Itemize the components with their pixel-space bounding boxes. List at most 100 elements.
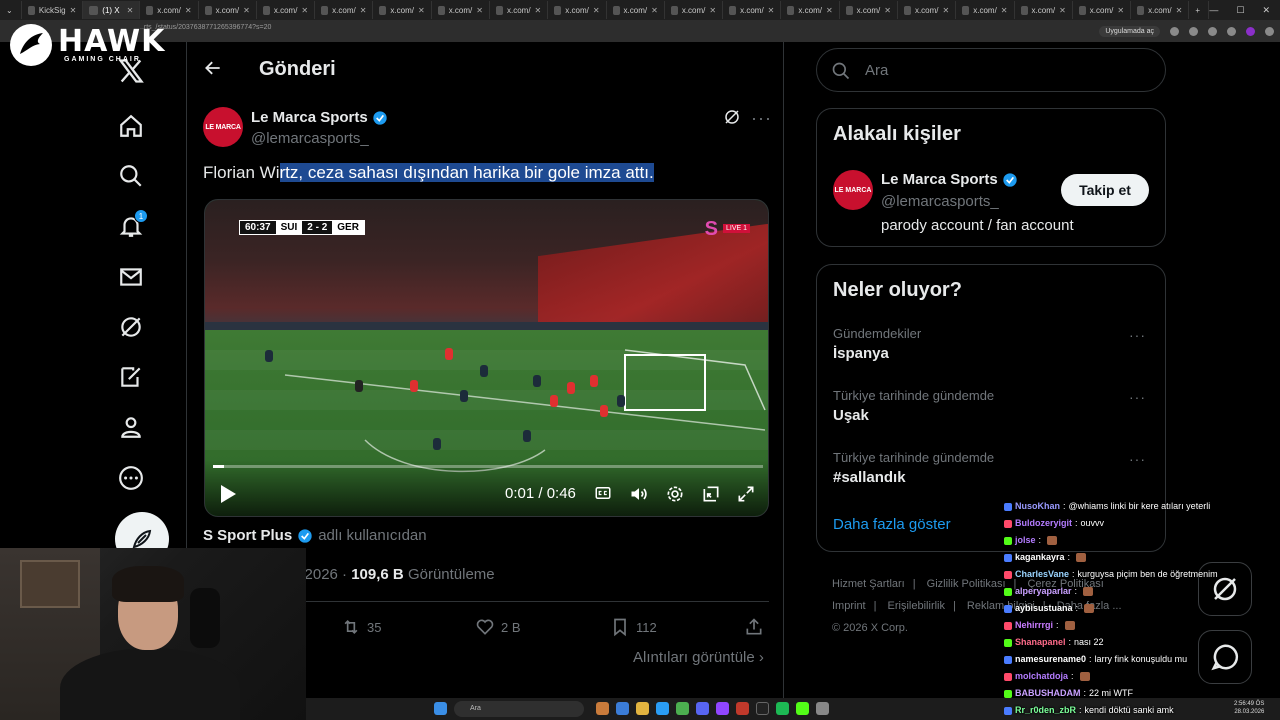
footer-link[interactable]: Gizlilik Politikası xyxy=(927,578,1006,590)
video-progress-bar[interactable] xyxy=(213,465,763,468)
browser-tab[interactable]: x.com/✕ xyxy=(898,1,957,19)
tab-close-icon[interactable]: ✕ xyxy=(1059,6,1066,15)
footer-link[interactable]: Hizmet Şartları xyxy=(832,578,905,590)
open-in-app-button[interactable]: Uygulamada aç xyxy=(1099,25,1160,37)
search-input[interactable] xyxy=(865,60,1145,80)
video-source[interactable]: S Sport Plus adlı kullanıcıdan xyxy=(203,527,427,544)
kick-icon[interactable] xyxy=(796,702,809,715)
tab-close-icon[interactable]: ✕ xyxy=(768,6,775,15)
chat-username[interactable]: Nehirrrgi xyxy=(1015,617,1053,634)
tab-close-icon[interactable]: ✕ xyxy=(418,6,425,15)
tab-close-icon[interactable]: ✕ xyxy=(243,6,250,15)
app-icon[interactable] xyxy=(816,702,829,715)
search-box[interactable] xyxy=(816,48,1166,92)
show-more-link[interactable]: Daha fazla göster xyxy=(833,516,951,533)
chat-username[interactable]: CharlesVane xyxy=(1015,566,1069,583)
tab-close-icon[interactable]: ✕ xyxy=(127,6,134,15)
tab-close-icon[interactable]: ✕ xyxy=(884,6,891,15)
browser-tab[interactable]: x.com/✕ xyxy=(1131,1,1190,19)
app-icon[interactable] xyxy=(616,702,629,715)
grok-explain-icon[interactable] xyxy=(723,108,743,128)
browser-tab[interactable]: x.com/✕ xyxy=(373,1,432,19)
tab-close-icon[interactable]: ✕ xyxy=(826,6,833,15)
browser-tab[interactable]: x.com/✕ xyxy=(956,1,1015,19)
app-icon[interactable] xyxy=(756,702,769,715)
compose-icon[interactable] xyxy=(116,362,146,392)
browser-tab[interactable]: KickSig ✕ xyxy=(22,1,84,19)
browser-tab[interactable]: x.com/✕ xyxy=(1073,1,1132,19)
browser-tab[interactable]: (1) X ✕ xyxy=(83,1,141,19)
edge-icon[interactable] xyxy=(656,702,669,715)
follow-button[interactable]: Takip et xyxy=(1061,174,1149,206)
tab-close-icon[interactable]: ✕ xyxy=(476,6,483,15)
author-name-text[interactable]: Le Marca Sports xyxy=(251,109,368,126)
captions-icon[interactable] xyxy=(594,484,614,504)
author-avatar[interactable]: LE MARCA xyxy=(203,107,243,147)
tab-close-icon[interactable]: ✕ xyxy=(1001,6,1008,15)
chat-username[interactable]: aybisustuana xyxy=(1015,600,1073,617)
spotify-icon[interactable] xyxy=(776,702,789,715)
browser-tab[interactable]: x.com/✕ xyxy=(199,1,257,19)
fullscreen-icon[interactable] xyxy=(736,484,756,504)
chat-username[interactable]: namesurename0 xyxy=(1015,651,1086,668)
volume-icon[interactable] xyxy=(629,484,649,504)
discord-icon[interactable] xyxy=(696,702,709,715)
browser-tab[interactable]: x.com/✕ xyxy=(315,1,374,19)
tab-list-dropdown-icon[interactable]: ⌄ xyxy=(0,1,22,19)
chat-username[interactable]: Buldozeryigit xyxy=(1015,515,1072,532)
author-name[interactable]: Le Marca Sports xyxy=(251,109,388,126)
chrome-icon[interactable] xyxy=(676,702,689,715)
grok-icon[interactable] xyxy=(116,312,146,342)
tab-close-icon[interactable]: ✕ xyxy=(185,6,192,15)
related-avatar[interactable]: LE MARCA xyxy=(833,170,873,210)
mail-icon[interactable] xyxy=(116,262,146,292)
chat-username[interactable]: BABUSHADAM xyxy=(1015,685,1081,702)
chat-username[interactable]: NusoKhan xyxy=(1015,498,1060,515)
browser-tab[interactable]: x.com/✕ xyxy=(840,1,898,19)
maximize-icon[interactable]: ☐ xyxy=(1236,5,1244,16)
app-icon[interactable] xyxy=(716,702,729,715)
extensions-icon[interactable] xyxy=(1208,26,1217,36)
close-window-icon[interactable]: ✕ xyxy=(1262,5,1270,16)
related-name[interactable]: Le Marca Sports xyxy=(881,171,1018,188)
related-handle[interactable]: @lemarcasports_ xyxy=(881,193,999,210)
browser-tab[interactable]: x.com/✕ xyxy=(140,1,199,19)
browser-tab[interactable]: x.com/✕ xyxy=(257,1,316,19)
trend-more-icon[interactable]: ··· xyxy=(1129,327,1146,343)
browser-tab[interactable]: x.com/✕ xyxy=(490,1,549,19)
zoom-icon[interactable] xyxy=(1170,26,1179,36)
chat-username[interactable]: Shanapanel xyxy=(1015,634,1066,651)
picture-in-picture-icon[interactable] xyxy=(701,484,721,504)
tab-close-icon[interactable]: ✕ xyxy=(709,6,716,15)
profile-avatar[interactable] xyxy=(1246,26,1255,36)
tab-close-icon[interactable]: ✕ xyxy=(1117,6,1124,15)
retweet-button[interactable]: 35 xyxy=(341,617,381,637)
source-name[interactable]: S Sport Plus xyxy=(203,527,292,544)
trend-more-icon[interactable]: ··· xyxy=(1129,451,1146,467)
chat-username[interactable]: kagankayra xyxy=(1015,549,1065,566)
tab-close-icon[interactable]: ✕ xyxy=(651,6,658,15)
tab-close-icon[interactable]: ✕ xyxy=(360,6,367,15)
play-icon[interactable] xyxy=(219,484,237,504)
tab-close-icon[interactable]: ✕ xyxy=(70,6,77,15)
browser-tab[interactable]: x.com/✕ xyxy=(1015,1,1073,19)
profile-icon[interactable] xyxy=(116,412,146,442)
tab-close-icon[interactable]: ✕ xyxy=(593,6,600,15)
chat-username[interactable]: alperyaparlar xyxy=(1015,583,1072,600)
tweet-more-icon[interactable]: ··· xyxy=(751,108,772,129)
share-button[interactable] xyxy=(744,617,764,637)
search-icon[interactable] xyxy=(116,161,146,191)
browser-tab[interactable]: x.com/✕ xyxy=(723,1,782,19)
menu-icon[interactable] xyxy=(1265,26,1274,36)
browser-tab[interactable]: x.com/✕ xyxy=(548,1,607,19)
settings-gear-icon[interactable] xyxy=(665,484,685,504)
browser-tab[interactable]: x.com/✕ xyxy=(665,1,724,19)
tab-close-icon[interactable]: ✕ xyxy=(535,6,542,15)
sidebar-icon[interactable] xyxy=(1227,26,1236,36)
more-icon[interactable] xyxy=(116,463,146,493)
trend-more-icon[interactable]: ··· xyxy=(1129,389,1146,405)
bookmark-button[interactable]: 112 xyxy=(610,617,657,637)
chat-username[interactable]: molchatdoja xyxy=(1015,668,1068,685)
app-icon[interactable] xyxy=(736,702,749,715)
taskbar-search[interactable]: Ara xyxy=(454,701,584,717)
